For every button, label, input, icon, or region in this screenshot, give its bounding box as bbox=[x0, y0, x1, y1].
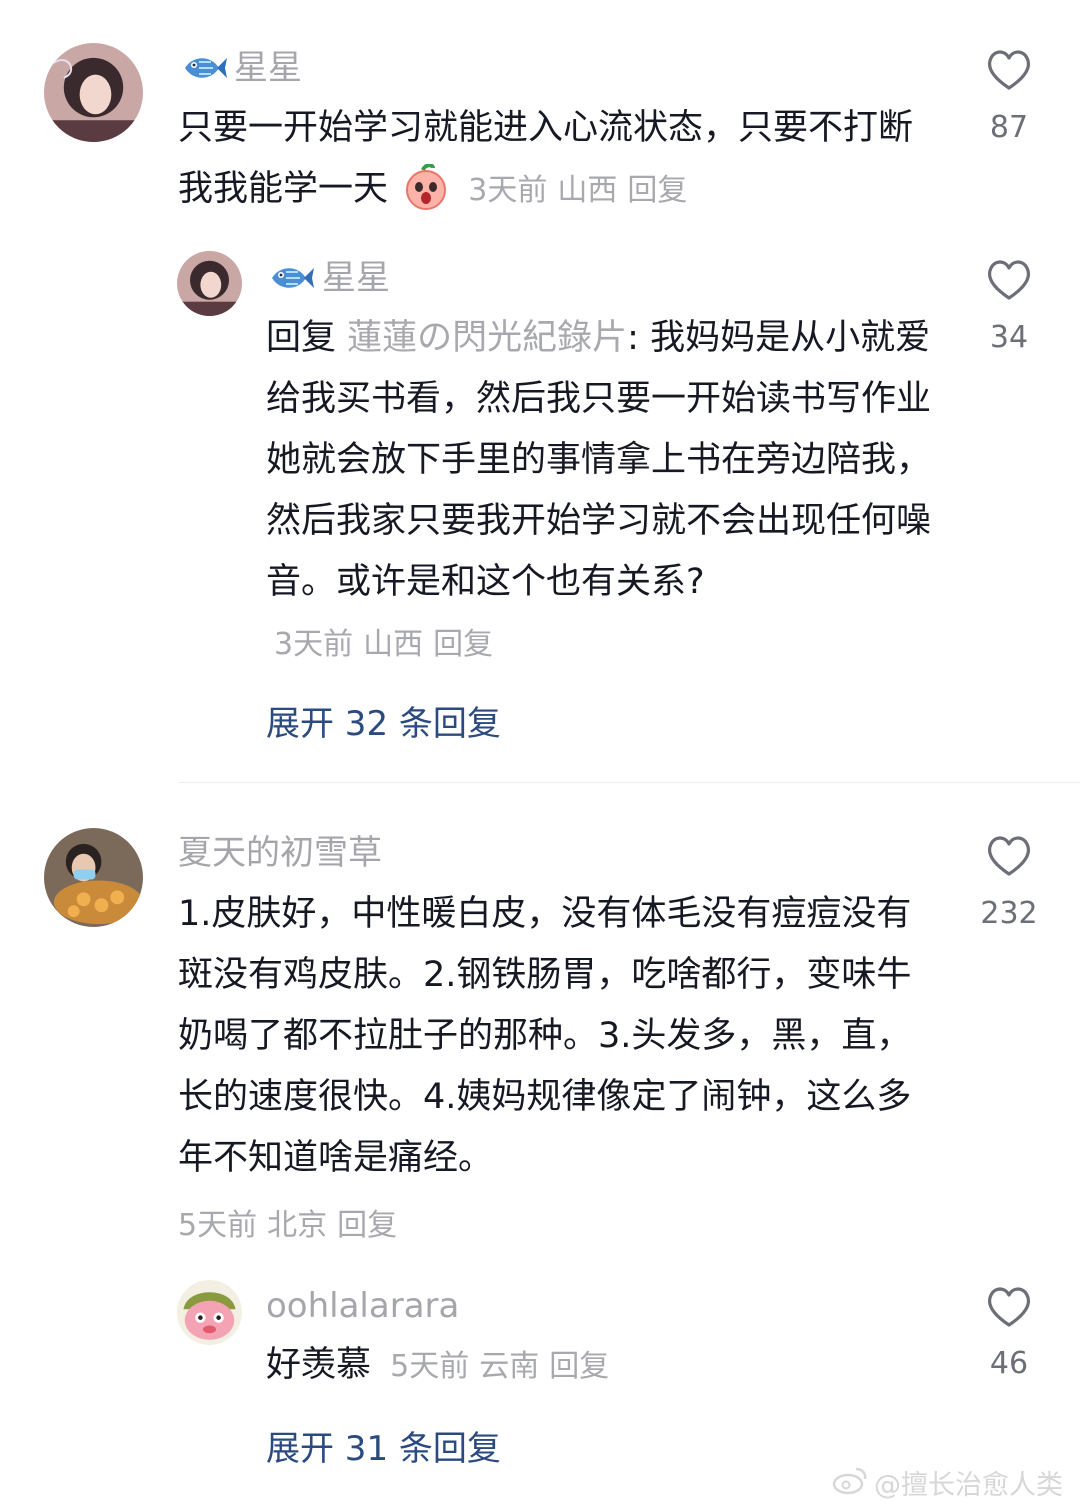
reply-username[interactable]: oohlalarara bbox=[266, 1284, 459, 1328]
reply-location: 山西 bbox=[363, 627, 424, 662]
reply-text: 回复 蓮蓮の閃光紀錄片: 我妈妈是从小就爱给我买书看，然后我只要一开始读书写作业… bbox=[266, 308, 938, 675]
like-count: 46 bbox=[989, 1346, 1029, 1381]
expand-replies-button[interactable]: 展开 32 条回复 bbox=[266, 696, 501, 745]
reply-username[interactable]: 星星 bbox=[322, 256, 390, 300]
avatar-image bbox=[44, 828, 143, 927]
like-count: 87 bbox=[989, 110, 1029, 145]
comment-body: 1.皮肤好，中性暖白皮，没有体毛没有痘痘没有斑没有鸡皮肤。2.钢铁肠胃，吃啥都行… bbox=[178, 894, 912, 1178]
reply-body: 好羡慕 bbox=[266, 1345, 372, 1385]
like-count: 34 bbox=[989, 320, 1029, 355]
reply-meta: 3天前 山西 回复 bbox=[274, 627, 493, 662]
reply-target-username[interactable]: 蓮蓮の閃光紀錄片 bbox=[347, 318, 627, 358]
avatar-image bbox=[177, 1280, 242, 1345]
expand-replies-button[interactable]: 展开 31 条回复 bbox=[266, 1421, 501, 1470]
avatar[interactable] bbox=[44, 43, 143, 142]
reply-meta: 5天前 云南 回复 bbox=[390, 1349, 609, 1384]
fish-badge-icon bbox=[181, 52, 227, 84]
reply-prefix: 回复 bbox=[266, 318, 337, 358]
heart-outline-icon[interactable] bbox=[985, 834, 1033, 878]
heart-outline-icon[interactable] bbox=[985, 1285, 1033, 1329]
comment-meta: 3天前 山西 回复 bbox=[468, 173, 687, 208]
heart-outline-icon[interactable] bbox=[985, 48, 1033, 92]
heart-outline-icon[interactable] bbox=[985, 258, 1033, 302]
comment-text: 只要一开始学习就能进入心流状态，只要不打断我我能学一天 3天前 山西 回复 bbox=[178, 98, 938, 230]
watermark: @擅长治愈人类 bbox=[832, 1462, 1063, 1502]
reply-link[interactable]: 回复 bbox=[549, 1349, 609, 1384]
weibo-icon bbox=[832, 1465, 868, 1499]
avatar[interactable] bbox=[177, 251, 242, 316]
reply-location: 云南 bbox=[479, 1349, 540, 1384]
reply-time: 3天前 bbox=[274, 627, 354, 662]
comment-username[interactable]: 夏天的初雪草 bbox=[178, 831, 382, 875]
avatar-image bbox=[44, 43, 143, 142]
crying-peach-emoji bbox=[403, 163, 449, 230]
avatar-image bbox=[177, 251, 242, 316]
watermark-text: @擅长治愈人类 bbox=[874, 1469, 1063, 1501]
like-count: 232 bbox=[980, 896, 1038, 931]
reply-link[interactable]: 回复 bbox=[337, 1208, 397, 1243]
reply-text: 好羡慕 5天前 云南 回复 bbox=[266, 1335, 938, 1397]
comment-location: 北京 bbox=[267, 1208, 328, 1243]
comment-time: 3天前 bbox=[468, 173, 548, 208]
avatar[interactable] bbox=[44, 828, 143, 927]
reply-time: 5天前 bbox=[390, 1349, 470, 1384]
comment-time: 5天前 bbox=[178, 1208, 258, 1243]
fish-badge-icon bbox=[268, 262, 314, 294]
reply-link[interactable]: 回复 bbox=[433, 627, 493, 662]
comment-meta: 5天前 北京 回复 bbox=[178, 1200, 397, 1244]
reply-body: : 我妈妈是从小就爱给我买书看，然后我只要一开始读书写作业她就会放下手里的事情拿… bbox=[266, 318, 932, 602]
reply-link[interactable]: 回复 bbox=[627, 173, 687, 208]
comment-location: 山西 bbox=[557, 173, 618, 208]
comment-username[interactable]: 星星 bbox=[234, 46, 302, 90]
avatar[interactable] bbox=[177, 1280, 242, 1345]
divider bbox=[178, 782, 1080, 783]
